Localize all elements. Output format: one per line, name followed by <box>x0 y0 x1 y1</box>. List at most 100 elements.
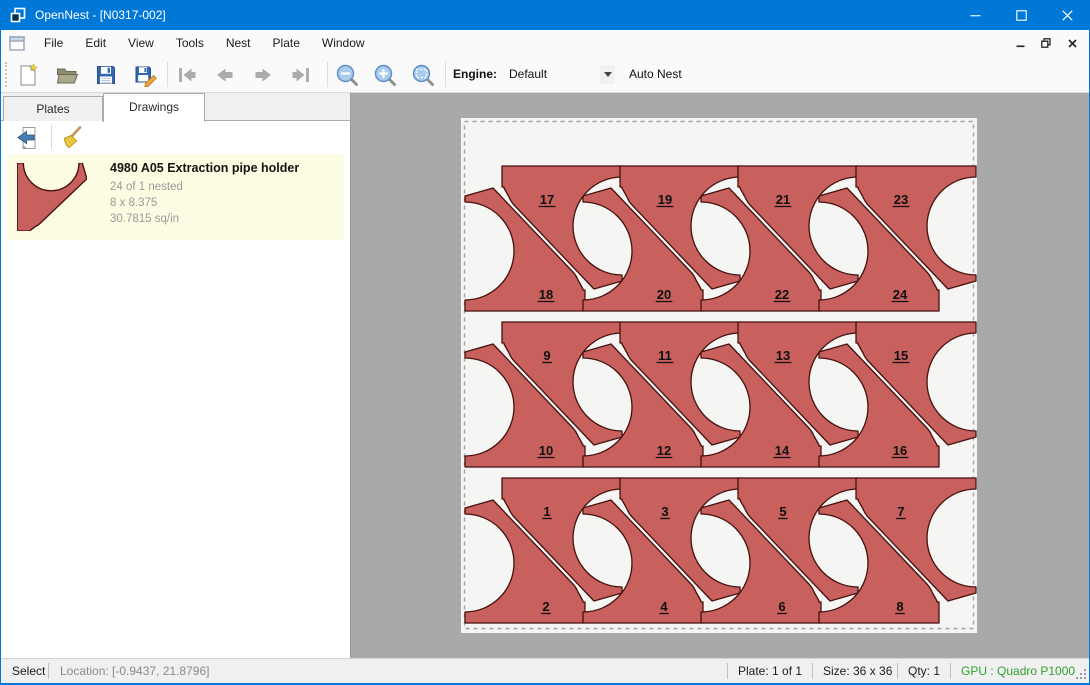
nest-canvas[interactable]: 182022241719212310121416911131524681357 <box>351 93 1089 658</box>
part-number-label: 6 <box>778 599 785 614</box>
save-icon <box>94 63 118 87</box>
toolbar-grip[interactable] <box>5 62 8 87</box>
go-first-icon <box>174 62 200 88</box>
part-number-label: 11 <box>658 348 672 363</box>
menu-view[interactable]: View <box>117 30 165 56</box>
part-number-label: 23 <box>894 192 908 207</box>
zoom-out-button[interactable] <box>333 61 361 89</box>
maximize-button[interactable] <box>998 0 1044 30</box>
part-number-label: 1 <box>543 504 550 519</box>
part-number-label: 19 <box>658 192 672 207</box>
mdi-minimize-icon <box>1016 39 1025 48</box>
part-number-label: 16 <box>893 443 907 458</box>
toolbar-separator <box>445 62 446 87</box>
open-file-button[interactable] <box>53 61 81 89</box>
mdi-restore-button[interactable] <box>1037 35 1055 51</box>
part-number-label: 13 <box>776 348 790 363</box>
status-size: Size: 36 x 36 <box>823 659 892 683</box>
import-drawing-button[interactable] <box>14 124 41 151</box>
status-bar: Select Location: [-0.9437, 21.8796] Plat… <box>0 658 1090 683</box>
minimize-icon <box>970 10 981 21</box>
part-number-label: 20 <box>657 287 671 302</box>
menu-items: File Edit View Tools Nest Plate Window <box>33 30 376 56</box>
close-icon <box>1062 10 1073 21</box>
zoom-fit-button[interactable] <box>409 61 437 89</box>
part-number-label: 8 <box>896 599 903 614</box>
go-last-icon <box>288 62 314 88</box>
zoom-in-button[interactable] <box>371 61 399 89</box>
mdi-close-icon <box>1068 39 1077 48</box>
part-number-label: 10 <box>539 443 553 458</box>
status-separator <box>727 663 728 679</box>
drawing-list-item[interactable]: 4980 A05 Extraction pipe holder 24 of 1 … <box>8 154 344 240</box>
chevron-down-icon <box>604 72 612 77</box>
menu-bar: File Edit View Tools Nest Plate Window <box>1 30 1089 56</box>
part-number-label: 18 <box>539 287 553 302</box>
minimize-button[interactable] <box>952 0 998 30</box>
tab-plates[interactable]: Plates <box>3 96 103 121</box>
go-next-icon <box>250 62 276 88</box>
close-button[interactable] <box>1044 0 1090 30</box>
part-number-label: 7 <box>897 504 904 519</box>
zoom-in-icon <box>373 63 398 88</box>
sidebar-panel: Plates Drawings 4980 A05 Extraction pipe… <box>1 93 351 658</box>
resize-grip-icon[interactable] <box>1074 667 1087 680</box>
drawing-area: 30.7815 sq/in <box>110 213 179 225</box>
save-as-button[interactable] <box>131 61 159 89</box>
part-number-label: 15 <box>894 348 908 363</box>
menu-file[interactable]: File <box>33 30 74 56</box>
import-drawing-icon <box>15 125 41 151</box>
part-number-label: 4 <box>660 599 668 614</box>
menu-nest[interactable]: Nest <box>215 30 262 56</box>
drawing-title: 4980 A05 Extraction pipe holder <box>110 161 299 175</box>
engine-selected-value: Default <box>509 64 547 85</box>
drawing-size: 8 x 8.375 <box>110 197 157 209</box>
auto-nest-button[interactable]: Auto Nest <box>625 56 686 93</box>
menu-plate[interactable]: Plate <box>262 30 311 56</box>
status-separator <box>812 663 813 679</box>
new-document-button[interactable] <box>14 61 42 89</box>
tab-drawings[interactable]: Drawings <box>103 93 205 122</box>
mdi-minimize-button[interactable] <box>1011 35 1029 51</box>
menu-tools[interactable]: Tools <box>165 30 215 56</box>
mdi-close-button[interactable] <box>1063 35 1081 51</box>
status-location: Location: [-0.9437, 21.8796] <box>60 659 209 683</box>
part-number-label: 12 <box>657 443 671 458</box>
part-number-label: 21 <box>776 192 790 207</box>
status-separator <box>950 663 951 679</box>
go-previous-icon <box>212 62 238 88</box>
status-mode: Select <box>12 659 45 683</box>
document-window-icon <box>9 36 25 51</box>
next-plate-button[interactable] <box>249 61 277 89</box>
title-bar: OpenNest - [N0317-002] <box>0 0 1090 30</box>
status-separator <box>897 663 898 679</box>
app-icon <box>9 6 27 24</box>
first-plate-button[interactable] <box>173 61 201 89</box>
maximize-icon <box>1016 10 1027 21</box>
toolbar-separator <box>167 62 168 87</box>
part-number-label: 22 <box>775 287 789 302</box>
zoom-fit-icon <box>411 63 436 88</box>
engine-dropdown-button[interactable] <box>600 65 615 84</box>
gpu-status: GPU : Quadro P1000 <box>961 659 1075 683</box>
part-number-label: 2 <box>542 599 549 614</box>
main-toolbar: Engine: Default Auto Nest <box>1 56 1089 93</box>
menu-edit[interactable]: Edit <box>74 30 117 56</box>
save-button[interactable] <box>92 61 120 89</box>
menu-window[interactable]: Window <box>311 30 376 56</box>
last-plate-button[interactable] <box>287 61 315 89</box>
part-number-label: 17 <box>540 192 554 207</box>
plate[interactable]: 182022241719212310121416911131524681357 <box>461 118 977 633</box>
part-thumbnail-shape <box>17 163 87 231</box>
previous-plate-button[interactable] <box>211 61 239 89</box>
clean-broom-icon <box>58 125 84 151</box>
clean-button[interactable] <box>57 124 84 151</box>
open-folder-icon <box>55 63 79 87</box>
window-left-border <box>0 30 1 683</box>
toolbar-separator <box>327 62 328 87</box>
part-number-label: 3 <box>661 504 668 519</box>
engine-select[interactable]: Default <box>503 64 615 85</box>
sidebar-tabs: Plates Drawings <box>1 93 350 121</box>
drawings-toolbar <box>1 121 350 154</box>
status-separator <box>48 663 49 679</box>
